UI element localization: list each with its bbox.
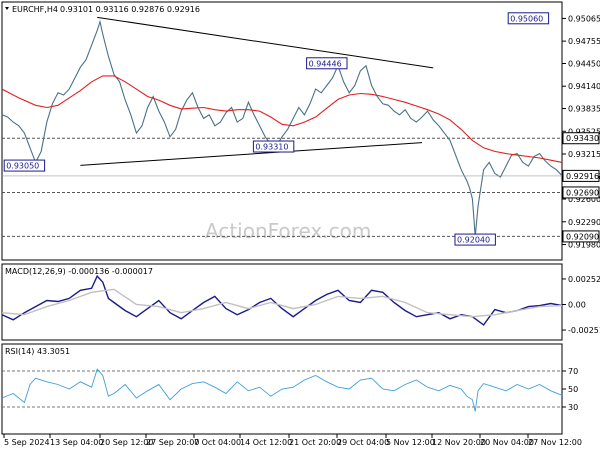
x-tick-label: 12 Nov 20:00 xyxy=(432,438,486,447)
y-tick-label: 0.00 xyxy=(568,301,586,310)
x-tick-label: 29 Oct 04:00 xyxy=(337,438,389,447)
level-value-label: 0.92690 xyxy=(566,188,599,197)
y-tick-label: 0.94450 xyxy=(568,59,600,68)
current-value-label: 0.92916 xyxy=(566,172,599,181)
annotation-label: 0.93050 xyxy=(6,162,39,171)
y-tick-label: 0.94755 xyxy=(568,37,600,46)
macd-label: MACD(12,26,9) -0.000136 -0.000017 xyxy=(5,267,153,276)
price-header: EURCHF,H4 0.93101 0.93116 0.92876 0.9291… xyxy=(5,5,200,14)
watermark: ActionForex.com xyxy=(205,219,371,243)
y-tick-label: 30 xyxy=(568,403,578,412)
y-tick-label: 0.93215 xyxy=(568,150,600,159)
level-value-label: 0.92090 xyxy=(566,232,599,241)
annotation-label: 0.93310 xyxy=(255,143,288,152)
y-tick-label: 0.94140 xyxy=(568,82,600,91)
x-tick-label: 7 Oct 04:00 xyxy=(194,438,241,447)
x-tick-label: 5 Sep 2024 xyxy=(4,438,50,447)
x-tick-label: 13 Sep 04:00 xyxy=(50,438,103,447)
symbol-label: EURCHF,H4 xyxy=(12,5,58,14)
x-tick-label: 27 Nov 12:00 xyxy=(528,438,582,447)
annotation-label: 0.94446 xyxy=(309,59,342,68)
x-tick-label: 14 Oct 12:00 xyxy=(240,438,292,447)
x-tick-label: 21 Oct 20:00 xyxy=(289,438,341,447)
y-tick-label: 50 xyxy=(568,385,578,394)
y-tick-label: 0.00252 xyxy=(568,275,600,284)
level-value-label: 0.93430 xyxy=(566,134,599,143)
annotation-label: 0.92040 xyxy=(457,236,490,245)
y-tick-label: -0.002511 xyxy=(568,326,600,335)
y-tick-label: 0.95065 xyxy=(568,14,600,23)
annotation-label: 0.95060 xyxy=(510,14,543,23)
chart-root: EURCHF,H4 0.93101 0.93116 0.92876 0.9291… xyxy=(0,0,600,450)
x-tick-label: 27 Sep 20:00 xyxy=(146,438,199,447)
y-tick-label: 0.92290 xyxy=(568,218,600,227)
y-tick-label: 70 xyxy=(568,367,578,376)
x-tick-label: 5 Nov 12:00 xyxy=(386,438,435,447)
ohlc-label: 0.93101 0.93116 0.92876 0.92916 xyxy=(60,5,200,14)
y-tick-label: 0.93835 xyxy=(568,105,600,114)
rsi-label: RSI(14) 43.3051 xyxy=(5,347,70,356)
x-tick-label: 20 Nov 04:00 xyxy=(480,438,534,447)
